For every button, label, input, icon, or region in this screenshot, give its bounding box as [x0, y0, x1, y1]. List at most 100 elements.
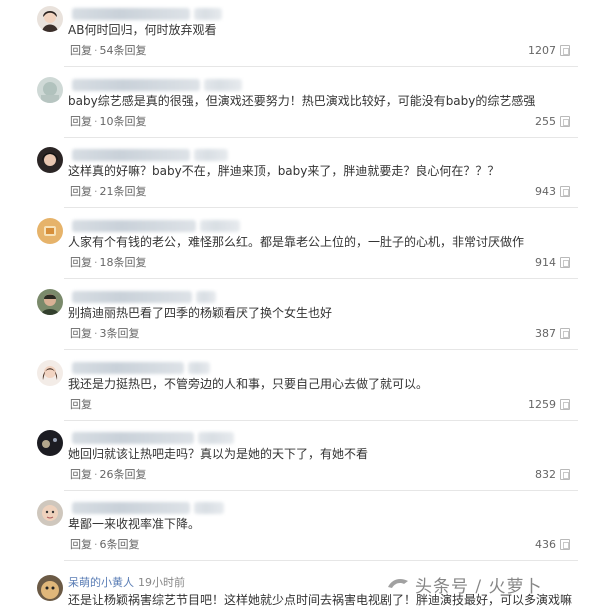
- comment-divider: [64, 278, 578, 279]
- comment-avatar[interactable]: [37, 6, 63, 32]
- username-redacted-extra: [194, 8, 222, 20]
- comment-avatar[interactable]: [37, 500, 63, 526]
- toutiao-logo-icon: [388, 579, 408, 588]
- comment-feed: AB何时回归，何时放弃观看 回复 · 54条回复 1207 baby综艺感是真的很强，但演…: [0, 0, 596, 609]
- like-icon[interactable]: [560, 328, 570, 339]
- comment-avatar[interactable]: [37, 289, 63, 315]
- separator-dot: ·: [94, 44, 98, 57]
- comment-text: 别搞迪丽热巴看了四季的杨颖看厌了换个女生也好: [68, 306, 333, 320]
- comment-actions: 回复 · 6条回复: [70, 538, 140, 552]
- last-comment-time: 19小时前: [138, 576, 185, 589]
- reply-button[interactable]: 回复: [70, 115, 92, 128]
- username-redacted[interactable]: [72, 291, 192, 303]
- username-redacted[interactable]: [72, 8, 190, 20]
- comment-avatar[interactable]: [37, 77, 63, 103]
- watermark: 头条号 / 火萝卜: [415, 577, 543, 597]
- reply-button[interactable]: 回复: [70, 398, 92, 411]
- reply-count-link[interactable]: 3条回复: [100, 327, 140, 340]
- username-redacted[interactable]: [72, 362, 184, 374]
- like-count: 255: [535, 115, 556, 128]
- avatar-bear-icon: [37, 575, 63, 601]
- last-comment-username[interactable]: 呆萌的小黄人: [68, 574, 134, 590]
- username-redacted[interactable]: [72, 220, 196, 232]
- username-redacted-extra: [194, 502, 224, 514]
- username-redacted[interactable]: [72, 79, 200, 91]
- like-count: 436: [535, 538, 556, 551]
- reply-button[interactable]: 回复: [70, 538, 92, 551]
- separator-dot: ·: [94, 256, 98, 269]
- avatar-night-icon: [37, 430, 63, 456]
- comment-avatar[interactable]: [37, 147, 63, 173]
- reply-button[interactable]: 回复: [70, 44, 92, 57]
- avatar-man-icon: [37, 289, 63, 315]
- like-count: 832: [535, 468, 556, 481]
- like-count: 387: [535, 327, 556, 340]
- comment-text: 这样真的好嘛？baby不在，胖迪来顶，baby来了，胖迪就要走？良心何在？？？: [68, 164, 500, 178]
- like-icon[interactable]: [560, 399, 570, 410]
- avatar-girl-icon: [37, 6, 63, 32]
- separator-dot: ·: [94, 538, 98, 551]
- comment-text: 卑鄙一来收视率准下降。: [68, 517, 201, 531]
- avatar-blurred-icon: [37, 77, 63, 103]
- like-icon[interactable]: [560, 186, 570, 197]
- username-redacted-extra: [196, 291, 216, 303]
- reply-button[interactable]: 回复: [70, 256, 92, 269]
- like-count: 1259: [528, 398, 556, 411]
- comment-divider: [64, 490, 578, 491]
- username-redacted-extra: [194, 149, 228, 161]
- avatar-orange-icon: [37, 218, 63, 244]
- username-redacted-extra: [198, 432, 234, 444]
- comment-text: 我还是力挺热巴，不管旁边的人和事，只要自己用心去做了就可以。: [68, 377, 429, 391]
- reply-button[interactable]: 回复: [70, 327, 92, 340]
- comment-divider: [64, 137, 578, 138]
- comment-text: 她回归就该让热吧走吗？真以为是她的天下了，有她不看: [68, 447, 369, 461]
- like-icon[interactable]: [560, 539, 570, 550]
- comment-avatar[interactable]: [37, 430, 63, 456]
- comment-divider: [64, 420, 578, 421]
- username-redacted[interactable]: [72, 502, 190, 514]
- comment-actions: 回复 · 54条回复: [70, 44, 147, 58]
- comment-text: baby综艺感是真的很强，但演戏还要努力！热巴演戏比较好，可能没有baby的综艺…: [68, 94, 536, 108]
- comment-avatar[interactable]: [37, 360, 63, 386]
- like-icon[interactable]: [560, 45, 570, 56]
- like-icon[interactable]: [560, 257, 570, 268]
- like-count: 914: [535, 256, 556, 269]
- separator-dot: ·: [94, 115, 98, 128]
- comment-actions: 回复 · 26条回复: [70, 468, 147, 482]
- comment-actions: 回复 · 3条回复: [70, 327, 140, 341]
- like-icon[interactable]: [560, 116, 570, 127]
- reply-button[interactable]: 回复: [70, 185, 92, 198]
- username-redacted[interactable]: [72, 432, 194, 444]
- username-redacted-extra: [200, 220, 240, 232]
- comment-divider: [64, 207, 578, 208]
- reply-count-link[interactable]: 6条回复: [100, 538, 140, 551]
- comment-actions: 回复: [70, 398, 92, 412]
- reply-count-link[interactable]: 21条回复: [100, 185, 147, 198]
- comment-divider: [64, 66, 578, 67]
- comment-text: 人家有个有钱的老公，难怪那么红。都是靠老公上位的，一肚子的心机，非常讨厌做作: [68, 235, 525, 249]
- like-count: 943: [535, 185, 556, 198]
- separator-dot: ·: [94, 185, 98, 198]
- username-redacted-extra: [204, 79, 242, 91]
- reply-count-link[interactable]: 18条回复: [100, 256, 147, 269]
- comment-divider: [64, 349, 578, 350]
- separator-dot: ·: [94, 327, 98, 340]
- username-redacted[interactable]: [72, 149, 190, 161]
- comment-text: AB何时回归，何时放弃观看: [68, 23, 217, 37]
- reply-count-link[interactable]: 26条回复: [100, 468, 147, 481]
- comment-divider: [64, 560, 578, 561]
- like-count: 1207: [528, 44, 556, 57]
- reply-count-link[interactable]: 54条回复: [100, 44, 147, 57]
- comment-avatar[interactable]: [37, 218, 63, 244]
- comment-actions: 回复 · 10条回复: [70, 115, 147, 129]
- comment-actions: 回复 · 18条回复: [70, 256, 147, 270]
- username-redacted-extra: [188, 362, 210, 374]
- last-comment-avatar[interactable]: [37, 575, 63, 601]
- separator-dot: ·: [94, 468, 98, 481]
- like-icon[interactable]: [560, 469, 570, 480]
- avatar-dark-hair-icon: [37, 147, 63, 173]
- comment-actions: 回复 · 21条回复: [70, 185, 147, 199]
- reply-count-link[interactable]: 10条回复: [100, 115, 147, 128]
- reply-button[interactable]: 回复: [70, 468, 92, 481]
- avatar-woman-icon: [37, 360, 63, 386]
